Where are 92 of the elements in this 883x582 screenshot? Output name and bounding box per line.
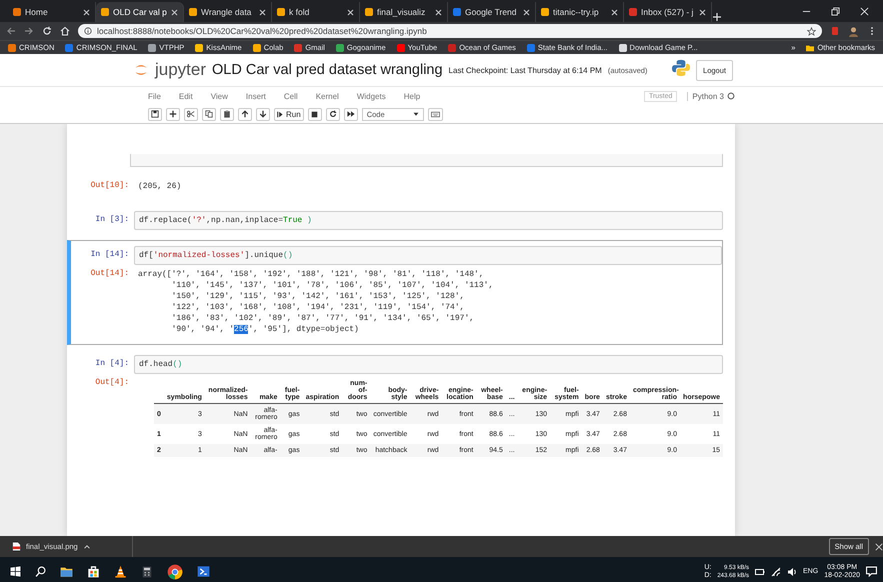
- move-up-button[interactable]: [238, 108, 252, 120]
- kernel-idle-icon: [727, 92, 735, 100]
- cell-output: (205, 26): [137, 181, 182, 193]
- move-down-button[interactable]: [256, 108, 270, 120]
- file-icon: [12, 542, 21, 551]
- forward-icon[interactable]: [24, 26, 34, 36]
- close-icon[interactable]: [259, 8, 266, 16]
- cut-button[interactable]: [184, 108, 198, 120]
- stop-button[interactable]: [308, 108, 322, 120]
- restore-icon[interactable]: [831, 6, 840, 16]
- close-icon[interactable]: [83, 8, 90, 16]
- save-button[interactable]: [148, 108, 162, 120]
- code-input[interactable]: df.head(): [134, 355, 723, 374]
- jupyter-logo-icon: [133, 62, 149, 78]
- address-field[interactable]: localhost:8888/notebooks/OLD%20Car%20val%20pred%20dataset%20wrangling.ipynb: [78, 24, 822, 38]
- windows-start-icon[interactable]: [10, 566, 21, 577]
- input-prompt: In [14]:: [90, 249, 130, 259]
- wifi-icon[interactable]: [771, 566, 782, 576]
- output-prompt: Out[4]:: [94, 377, 130, 387]
- restart-button[interactable]: [326, 108, 340, 120]
- menu-item[interactable]: Widgets: [356, 92, 386, 100]
- plus-icon: [169, 110, 177, 118]
- save-icon: [151, 110, 159, 118]
- star-icon[interactable]: [807, 26, 816, 36]
- close-icon[interactable]: [699, 8, 706, 16]
- notebook-title[interactable]: OLD Car val pred dataset wrangling: [212, 62, 443, 78]
- clipboard-icon: [223, 110, 231, 118]
- python-logo-icon: [672, 58, 690, 76]
- arrow-down-icon: [259, 110, 267, 118]
- info-icon: [84, 27, 92, 35]
- keyboard-icon: [430, 110, 440, 118]
- folder-icon: [806, 44, 814, 52]
- copy-button[interactable]: [202, 108, 216, 120]
- menu-item[interactable]: View: [210, 92, 228, 100]
- menu-item[interactable]: Insert: [246, 92, 266, 100]
- folder-icon[interactable]: [60, 565, 73, 578]
- cell-output: array(['?', '164', '158', '192', '188', '121', '98', '81', '118', '148', '110', '145', '137', '101', '78', '106', '85', '107', '104', '113', '150', '129', '115', '93', '142', '161', '153', '125', '128', '122', '103', '168', '108', '194', '231', '119', '154', '74', '186', '83', '102', '89', '87', '77', '91', '134', '65', '197', '90', '94', '256', '95'], dtype=object): [137, 269, 494, 336]
- fast-forward-icon: [346, 110, 355, 118]
- close-icon[interactable]: [611, 8, 618, 16]
- close-icon[interactable]: [523, 8, 530, 16]
- close-icon[interactable]: [171, 8, 178, 16]
- terminal-icon[interactable]: [197, 565, 210, 578]
- caret-up-icon[interactable]: [82, 542, 91, 550]
- checkpoint-text: Last Checkpoint: Last Thursday at 6:14 PM: [448, 66, 602, 74]
- code-input[interactable]: df.replace('?',np.nan,inplace=True ): [134, 211, 723, 230]
- profile-icon[interactable]: [848, 26, 859, 36]
- output-prompt: Out[10]:: [90, 180, 130, 190]
- code-input[interactable]: [130, 154, 723, 167]
- input-prompt: In [3]:: [94, 214, 130, 224]
- calculator-icon[interactable]: [141, 566, 153, 578]
- notebook-cell[interactable]: [67, 240, 723, 345]
- back-icon[interactable]: [6, 26, 16, 36]
- caret-icon: [412, 111, 419, 117]
- menu-item[interactable]: Cell: [284, 92, 298, 100]
- plus-icon[interactable]: [712, 12, 722, 22]
- copy-icon: [205, 110, 213, 118]
- code-input[interactable]: df['normalized-losses'].unique(): [134, 246, 722, 265]
- keyboard-button[interactable]: [428, 108, 443, 120]
- menu-item[interactable]: Help: [404, 92, 420, 100]
- menu-item[interactable]: Edit: [178, 92, 193, 100]
- fast-forward-button[interactable]: [344, 108, 358, 120]
- step-icon: [277, 110, 284, 118]
- search-icon[interactable]: [35, 566, 46, 577]
- extension-icon[interactable]: [830, 26, 840, 36]
- menu-item[interactable]: Kernel: [316, 92, 339, 100]
- jupyter-logo-text: jupyter: [155, 60, 206, 80]
- scissors-icon: [187, 110, 195, 118]
- notification-icon[interactable]: [866, 566, 877, 577]
- close-icon[interactable]: [347, 8, 354, 16]
- volume-icon[interactable]: [787, 566, 798, 576]
- paste-button[interactable]: [220, 108, 234, 120]
- notebook-cell[interactable]: In [3]: df.replace('?',np.nan,inplace=True ): [67, 206, 723, 235]
- menu-item[interactable]: File: [148, 92, 161, 100]
- output-prompt: Out[14]:: [90, 268, 130, 278]
- notebook-cell[interactable]: Out[10]: (205, 26): [67, 172, 723, 201]
- reload-icon[interactable]: [42, 26, 52, 36]
- close-icon[interactable]: [860, 6, 869, 16]
- chrome-icon[interactable]: [167, 564, 183, 580]
- arrow-up-icon: [241, 110, 249, 118]
- close-icon[interactable]: [875, 542, 883, 550]
- battery-icon[interactable]: [755, 566, 766, 576]
- home-icon[interactable]: [60, 26, 70, 36]
- add-cell-button[interactable]: [166, 108, 180, 120]
- kernel-name[interactable]: Python 3: [692, 92, 724, 100]
- run-button[interactable]: Run: [274, 108, 304, 120]
- traffic-cone-icon[interactable]: [114, 565, 127, 578]
- close-icon[interactable]: [435, 8, 442, 16]
- stop-icon: [311, 110, 318, 118]
- restart-icon: [328, 110, 337, 118]
- store-icon[interactable]: [87, 565, 100, 578]
- browser-tab[interactable]: OLD Car val p: [96, 2, 184, 22]
- input-prompt: In [4]:: [94, 358, 130, 368]
